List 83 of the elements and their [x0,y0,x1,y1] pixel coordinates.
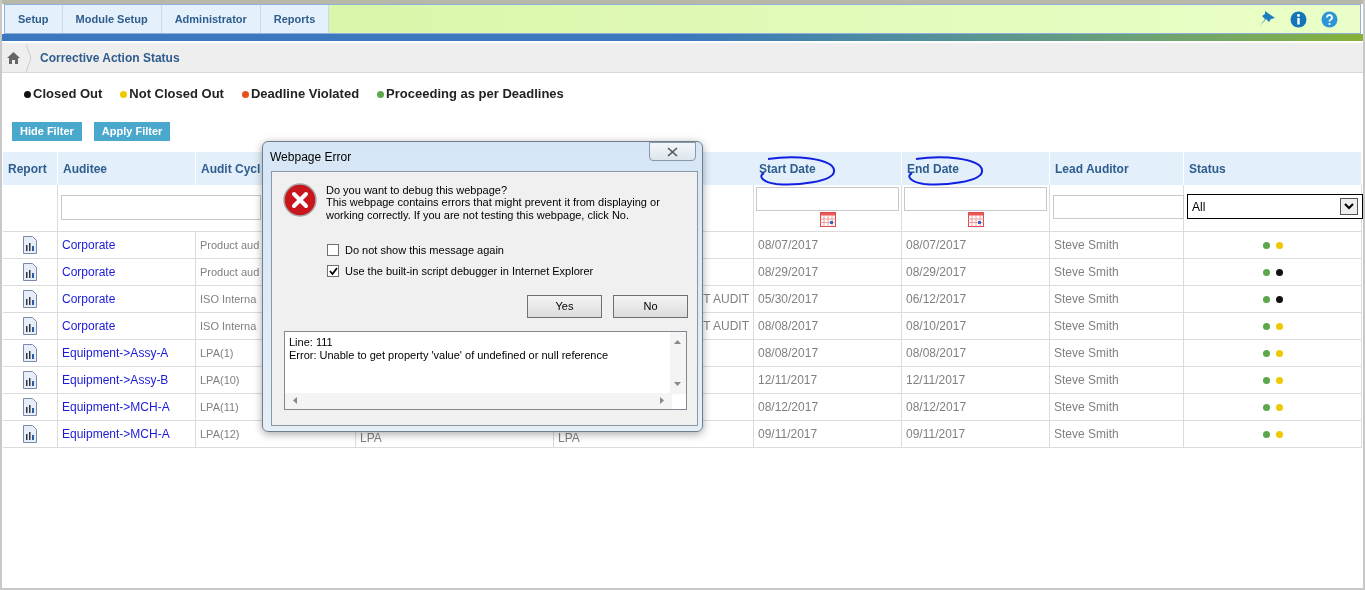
chevron-down-icon [1344,203,1354,210]
page-title: Corrective Action Status [40,49,180,67]
scroll-down-arrow-icon[interactable] [674,382,681,386]
help-icon[interactable] [1321,10,1338,28]
table-cell: Steve Smith [1050,313,1184,340]
dialog-question: Do you want to debug this webpage? [326,183,508,198]
legend-label: Not Closed Out [129,85,224,104]
dialog-title: Webpage Error [270,149,352,166]
date-filter-input[interactable] [904,187,1047,211]
table-cell: 08/08/2017 [754,313,902,340]
table-cell: 08/12/2017 [902,394,1050,421]
auditee-link[interactable]: Corporate [58,286,196,313]
report-document-icon[interactable] [23,425,37,443]
checkbox[interactable] [327,265,339,278]
dialog-message: This webpage contains errors that might prevent it from displaying or working correctly. If you are not testing this webpage, click No. [326,196,661,222]
column-header: Start Date [759,160,816,178]
report-document-icon[interactable] [23,398,37,416]
table-cell: 08/12/2017 [754,394,902,421]
error-details-field[interactable]: Line: 111 Error: Unable to get property 'value' of undefined or null reference [284,331,687,410]
dialog-button[interactable]: No [613,295,688,318]
status-dropdown[interactable]: All [1187,194,1363,219]
table-cell: 12/11/2017 [902,367,1050,394]
table-cell: 08/10/2017 [902,313,1050,340]
table-cell: 08/08/2017 [902,340,1050,367]
table-cell: Steve Smith [1050,232,1184,259]
table-cell: 06/12/2017 [902,286,1050,313]
auditee-link[interactable]: Equipment->MCH-A [58,394,196,421]
table-cell: Steve Smith [1050,286,1184,313]
auditee-link[interactable]: Corporate [58,232,196,259]
legend-label: Closed Out [33,85,103,104]
auditee-link[interactable]: Equipment->Assy-B [58,367,196,394]
menu-tab[interactable]: Reports [260,5,330,33]
filter-input[interactable] [1053,195,1184,219]
table-cell: 08/29/2017 [754,259,902,286]
column-header: Lead Auditor [1055,160,1129,178]
report-document-icon[interactable] [23,344,37,362]
horizontal-scrollbar[interactable] [285,393,672,409]
info-icon[interactable] [1290,10,1307,28]
calendar-icon[interactable] [968,212,984,227]
auditee-link[interactable]: Equipment->MCH-A [58,421,196,448]
auditee-link[interactable]: Corporate [58,313,196,340]
table-cell: 05/30/2017 [754,286,902,313]
checkbox[interactable] [327,244,339,257]
table-cell: 08/07/2017 [754,232,902,259]
menu-tab[interactable]: Module Setup [62,5,162,33]
report-document-icon[interactable] [23,290,37,308]
report-document-icon[interactable] [23,317,37,335]
home-icon[interactable] [7,51,20,64]
menu-tab[interactable]: Setup [5,5,63,33]
error-icon [283,183,317,217]
column-header: End Date [907,160,959,178]
auditee-link[interactable]: Equipment->Assy-A [58,340,196,367]
dialog-button[interactable]: Yes [527,295,602,318]
close-icon [667,146,678,157]
scroll-up-arrow-icon[interactable] [674,340,681,344]
date-filter-input[interactable] [756,187,899,211]
table-cell: 08/07/2017 [902,232,1050,259]
legend-label: Deadline Violated [250,85,360,104]
filter-input[interactable] [61,195,261,220]
table-cell: 08/08/2017 [754,340,902,367]
auditee-link[interactable]: Corporate [58,259,196,286]
table-cell: 09/11/2017 [902,421,1050,448]
scroll-right-arrow-icon[interactable] [660,397,664,404]
table-cell: 09/11/2017 [754,421,902,448]
column-header: Status [1189,160,1226,178]
report-document-icon[interactable] [23,371,37,389]
column-header: Auditee [58,152,196,185]
report-document-icon[interactable] [23,263,37,281]
scroll-left-arrow-icon[interactable] [293,397,297,404]
table-cell: Steve Smith [1050,367,1184,394]
report-document-icon[interactable] [23,236,37,254]
menu-tab[interactable]: Administrator [161,5,261,33]
close-button[interactable] [649,142,696,161]
table-cell: Steve Smith [1050,421,1184,448]
legend-label: Proceeding as per Deadlines [386,85,564,104]
table-cell: Steve Smith [1050,394,1184,421]
table-cell: 12/11/2017 [754,367,902,394]
calendar-icon[interactable] [820,212,836,227]
table-cell: Steve Smith [1050,340,1184,367]
vertical-scrollbar[interactable] [670,332,686,394]
table-cell: Steve Smith [1050,259,1184,286]
column-header: Report [3,152,58,185]
table-cell: 08/29/2017 [902,259,1050,286]
